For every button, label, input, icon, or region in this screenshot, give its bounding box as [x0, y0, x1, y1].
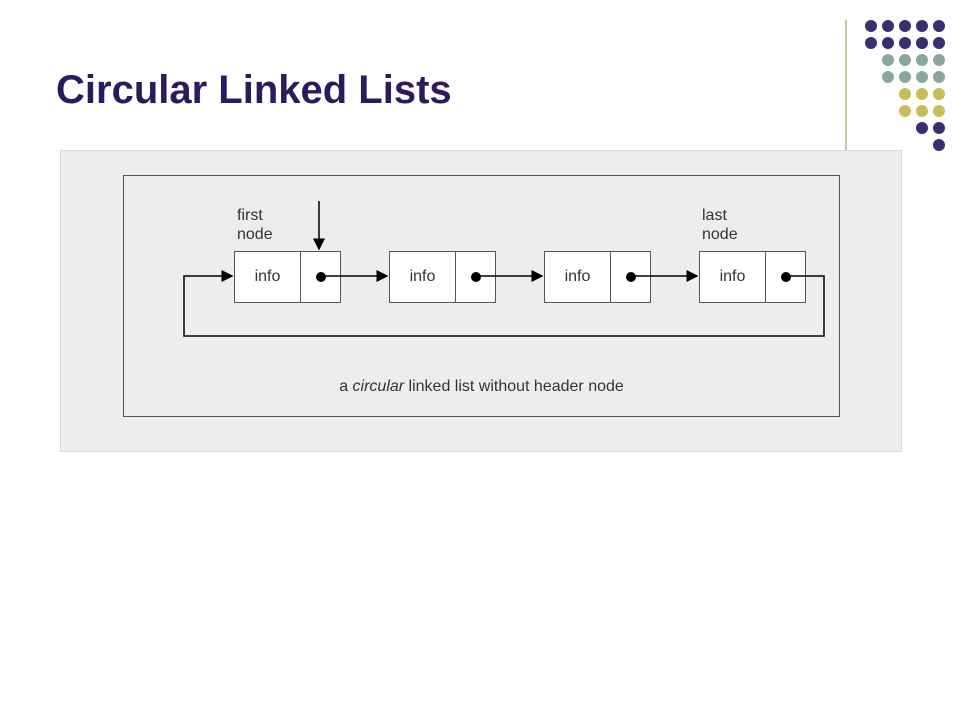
- label-first-node: first node: [237, 206, 273, 244]
- decor-dot: [882, 54, 894, 66]
- decor-dot: [916, 71, 928, 83]
- pointer-dot-icon: [626, 272, 636, 282]
- decor-dot: [933, 122, 945, 134]
- decor-dot: [899, 20, 911, 32]
- list-node: info: [234, 251, 341, 303]
- decor-dot: [899, 88, 911, 100]
- decor-dot: [899, 54, 911, 66]
- decor-dot: [933, 20, 945, 32]
- pointer-dot-icon: [781, 272, 791, 282]
- decor-dot: [882, 71, 894, 83]
- decor-dot: [933, 105, 945, 117]
- decor-dot: [899, 37, 911, 49]
- caption: a circular linked list without header no…: [124, 378, 839, 396]
- decor-dot: [933, 139, 945, 151]
- list-node: info: [699, 251, 806, 303]
- decor-dot: [882, 20, 894, 32]
- node-pointer-cell: [456, 252, 495, 302]
- node-pointer-cell: [766, 252, 805, 302]
- decor-dot: [916, 54, 928, 66]
- decor-dot: [899, 71, 911, 83]
- decor-dot: [916, 105, 928, 117]
- decor-dot: [916, 20, 928, 32]
- decor-dot: [899, 105, 911, 117]
- decor-dot: [865, 37, 877, 49]
- decor-dot: [865, 20, 877, 32]
- decor-dot: [916, 122, 928, 134]
- list-node: info: [389, 251, 496, 303]
- caption-italic: circular: [353, 378, 405, 395]
- decor-dot: [916, 88, 928, 100]
- node-info-cell: info: [390, 252, 456, 302]
- diagram-panel: first node last node info info info info a …: [60, 150, 902, 452]
- decor-line: [845, 20, 847, 150]
- decor-dot: [916, 37, 928, 49]
- pointer-dot-icon: [471, 272, 481, 282]
- node-info-cell: info: [545, 252, 611, 302]
- page-title: Circular Linked Lists: [56, 68, 452, 113]
- label-last-node: last node: [702, 206, 738, 244]
- decor-dot: [933, 37, 945, 49]
- node-pointer-cell: [301, 252, 340, 302]
- node-info-cell: info: [235, 252, 301, 302]
- decor-dot: [882, 37, 894, 49]
- decor-dot: [933, 71, 945, 83]
- caption-suffix: linked list without header node: [404, 378, 624, 395]
- decor-dot: [933, 88, 945, 100]
- pointer-dot-icon: [316, 272, 326, 282]
- node-info-cell: info: [700, 252, 766, 302]
- list-node: info: [544, 251, 651, 303]
- node-pointer-cell: [611, 252, 650, 302]
- caption-prefix: a: [339, 378, 352, 395]
- diagram-box: first node last node info info info info a …: [123, 175, 840, 417]
- decor-dot: [933, 54, 945, 66]
